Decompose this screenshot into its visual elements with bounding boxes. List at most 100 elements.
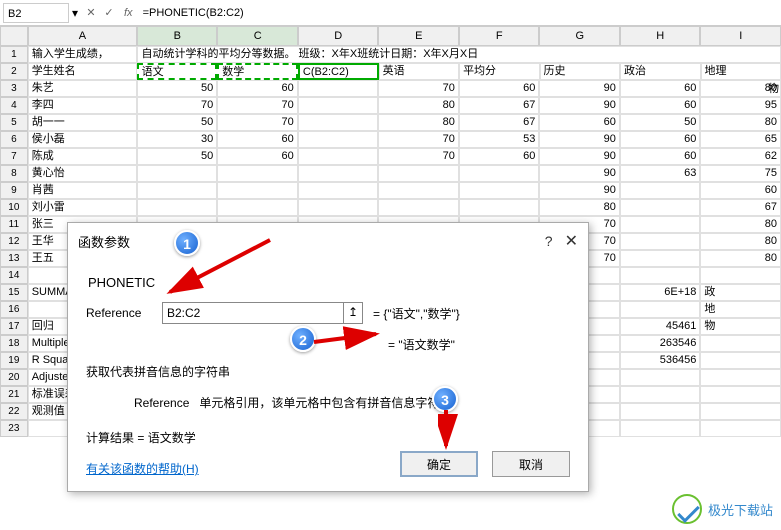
formula-input[interactable]: =PHONETIC(B2:C2) xyxy=(139,3,781,23)
row-header[interactable]: 6 xyxy=(0,131,28,148)
cell[interactable]: 90 xyxy=(539,148,620,165)
cell[interactable] xyxy=(298,131,379,148)
row-header[interactable]: 14 xyxy=(0,267,28,284)
ok-button[interactable]: 确定 xyxy=(400,451,478,477)
col-header-H[interactable]: H xyxy=(620,26,701,46)
row-header[interactable]: 8 xyxy=(0,165,28,182)
cell[interactable] xyxy=(217,165,298,182)
row-header[interactable]: 15 xyxy=(0,284,28,301)
cell[interactable]: 60 xyxy=(539,114,620,131)
cell[interactable] xyxy=(620,403,701,420)
col-header-C[interactable]: C xyxy=(217,26,298,46)
cell[interactable] xyxy=(620,250,701,267)
cell[interactable]: 英语 xyxy=(379,63,459,80)
cell[interactable] xyxy=(620,369,701,386)
cell[interactable] xyxy=(700,335,781,352)
row-header[interactable]: 2 xyxy=(0,63,28,80)
cell[interactable]: 80 xyxy=(700,114,781,131)
cell[interactable] xyxy=(620,199,701,216)
cell[interactable] xyxy=(298,148,379,165)
row-header[interactable]: 3 xyxy=(0,80,28,97)
cell[interactable]: 90 xyxy=(539,182,620,199)
name-box[interactable]: B2 xyxy=(3,3,69,23)
row-header[interactable]: 11 xyxy=(0,216,28,233)
cell[interactable] xyxy=(137,182,218,199)
cell[interactable]: 67 xyxy=(459,114,540,131)
active-cell[interactable]: C(B2:C2) xyxy=(298,63,379,80)
formula-cancel-icon[interactable]: ✕ xyxy=(82,6,100,19)
row-header[interactable]: 9 xyxy=(0,182,28,199)
cell[interactable]: 输入学生成绩， xyxy=(28,46,138,63)
row-header[interactable]: 22 xyxy=(0,403,28,420)
cell[interactable]: 75 xyxy=(700,165,781,182)
col-header-D[interactable]: D xyxy=(298,26,379,46)
cell-selected[interactable]: 语文 xyxy=(137,63,218,80)
col-header-A[interactable]: A xyxy=(28,26,137,46)
cell[interactable]: 70 xyxy=(378,80,459,97)
cell[interactable]: 60 xyxy=(459,148,540,165)
close-icon[interactable]: ✕ xyxy=(565,231,578,251)
cell[interactable]: 90 xyxy=(539,80,620,97)
cell[interactable]: 80 xyxy=(700,233,781,250)
help-link[interactable]: 有关该函数的帮助(H) xyxy=(86,462,199,476)
row-header[interactable]: 20 xyxy=(0,369,28,386)
cell[interactable] xyxy=(137,199,218,216)
cell[interactable]: 80 xyxy=(378,97,459,114)
row-header[interactable]: 4 xyxy=(0,97,28,114)
cell[interactable] xyxy=(459,199,540,216)
cell[interactable]: 侯小磊 xyxy=(28,131,137,148)
cell[interactable] xyxy=(620,301,701,318)
row-header[interactable]: 19 xyxy=(0,352,28,369)
cell[interactable] xyxy=(378,199,459,216)
cell[interactable]: 地 xyxy=(700,301,781,318)
cell[interactable] xyxy=(378,182,459,199)
col-header-F[interactable]: F xyxy=(459,26,540,46)
cell[interactable] xyxy=(378,165,459,182)
cell[interactable]: 70 xyxy=(217,114,298,131)
cell[interactable]: 90 xyxy=(539,97,620,114)
cell[interactable]: 263546 xyxy=(620,335,701,352)
cell[interactable]: 陈成 xyxy=(28,148,137,165)
cell[interactable]: 政 xyxy=(700,284,781,301)
cell[interactable]: 50 xyxy=(137,148,218,165)
help-icon[interactable]: ? xyxy=(545,233,553,249)
cell[interactable]: 30 xyxy=(137,131,218,148)
cell[interactable]: 60 xyxy=(620,131,701,148)
row-header[interactable]: 23 xyxy=(0,420,28,437)
cell[interactable]: 67 xyxy=(459,97,540,114)
cell[interactable]: 刘小雷 xyxy=(28,199,137,216)
cell[interactable]: 胡一一 xyxy=(28,114,137,131)
cell[interactable]: 地理 xyxy=(701,63,781,80)
cell[interactable] xyxy=(298,199,379,216)
cell[interactable] xyxy=(700,403,781,420)
row-header[interactable]: 18 xyxy=(0,335,28,352)
cell[interactable]: 历史 xyxy=(540,63,620,80)
cell-selected[interactable]: 数学 xyxy=(217,63,298,80)
cell[interactable]: 62 xyxy=(700,148,781,165)
row-header[interactable]: 21 xyxy=(0,386,28,403)
cell[interactable]: 60 xyxy=(217,80,298,97)
cell[interactable]: 45461 xyxy=(620,318,701,335)
cell[interactable] xyxy=(298,80,379,97)
cell[interactable] xyxy=(620,233,701,250)
cell[interactable] xyxy=(298,165,379,182)
cell[interactable] xyxy=(459,165,540,182)
cell[interactable]: 60 xyxy=(700,182,781,199)
col-header-B[interactable]: B xyxy=(137,26,218,46)
dialog-titlebar[interactable]: 函数参数 ? ✕ xyxy=(68,223,588,259)
cell[interactable] xyxy=(217,199,298,216)
cell[interactable]: 自动统计学科的平均分等数据。 班级：X年X班统计日期：X年X月X日 xyxy=(137,46,781,63)
formula-confirm-icon[interactable]: ✓ xyxy=(100,6,118,19)
cell[interactable]: 80 xyxy=(539,199,620,216)
cell[interactable] xyxy=(620,386,701,403)
cell[interactable]: 60 xyxy=(217,148,298,165)
cell[interactable]: 80 xyxy=(378,114,459,131)
cell[interactable]: 学生姓名 xyxy=(28,63,137,80)
cell[interactable] xyxy=(700,267,781,284)
cell[interactable]: 80 xyxy=(700,216,781,233)
cell[interactable]: 65 xyxy=(700,131,781,148)
cell[interactable]: 53 xyxy=(459,131,540,148)
cell[interactable] xyxy=(620,420,701,437)
cell[interactable] xyxy=(700,386,781,403)
cell[interactable]: 70 xyxy=(378,131,459,148)
